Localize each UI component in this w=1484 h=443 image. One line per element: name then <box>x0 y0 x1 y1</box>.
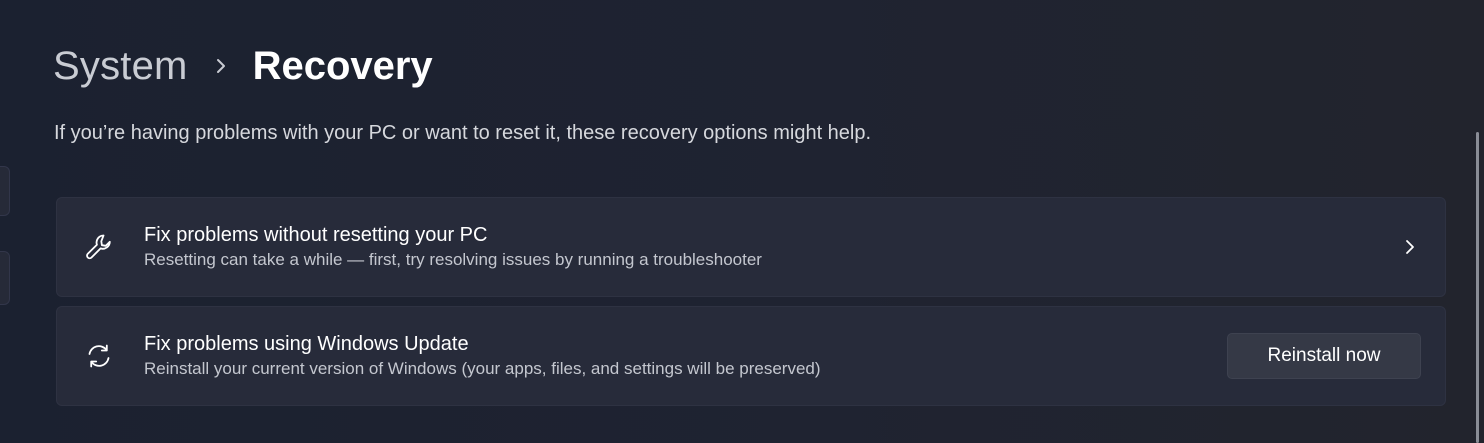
settings-recovery-page: System Recovery If you’re having problem… <box>0 0 1484 443</box>
nav-pane-edge-bottom[interactable] <box>0 251 10 305</box>
wrench-icon <box>83 231 115 263</box>
page-subtitle: If you’re having problems with your PC o… <box>54 122 872 144</box>
card-title: Fix problems using Windows Update <box>144 333 469 355</box>
fix-problems-troubleshoot-card[interactable]: Fix problems without resetting your PC R… <box>56 197 1446 297</box>
card-description: Resetting can take a while — first, try … <box>144 250 762 269</box>
card-text: Fix problems without resetting your PC R… <box>144 222 762 272</box>
nav-pane-edge-top[interactable] <box>0 166 10 216</box>
card-text: Fix problems using Windows Update Reinst… <box>144 331 821 381</box>
fix-problems-windows-update-card: Fix problems using Windows Update Reinst… <box>56 306 1446 406</box>
breadcrumb-system-link[interactable]: System <box>53 44 188 89</box>
page-title: Recovery <box>252 43 433 88</box>
breadcrumb: System Recovery <box>53 40 433 92</box>
chevron-right-icon <box>1401 238 1419 256</box>
chevron-right-icon <box>215 57 227 75</box>
card-description: Reinstall your current version of Window… <box>144 359 821 378</box>
vertical-scrollbar[interactable] <box>1476 132 1479 443</box>
card-title: Fix problems without resetting your PC <box>144 224 488 246</box>
reinstall-now-button[interactable]: Reinstall now <box>1227 333 1421 379</box>
sync-icon <box>83 340 115 372</box>
